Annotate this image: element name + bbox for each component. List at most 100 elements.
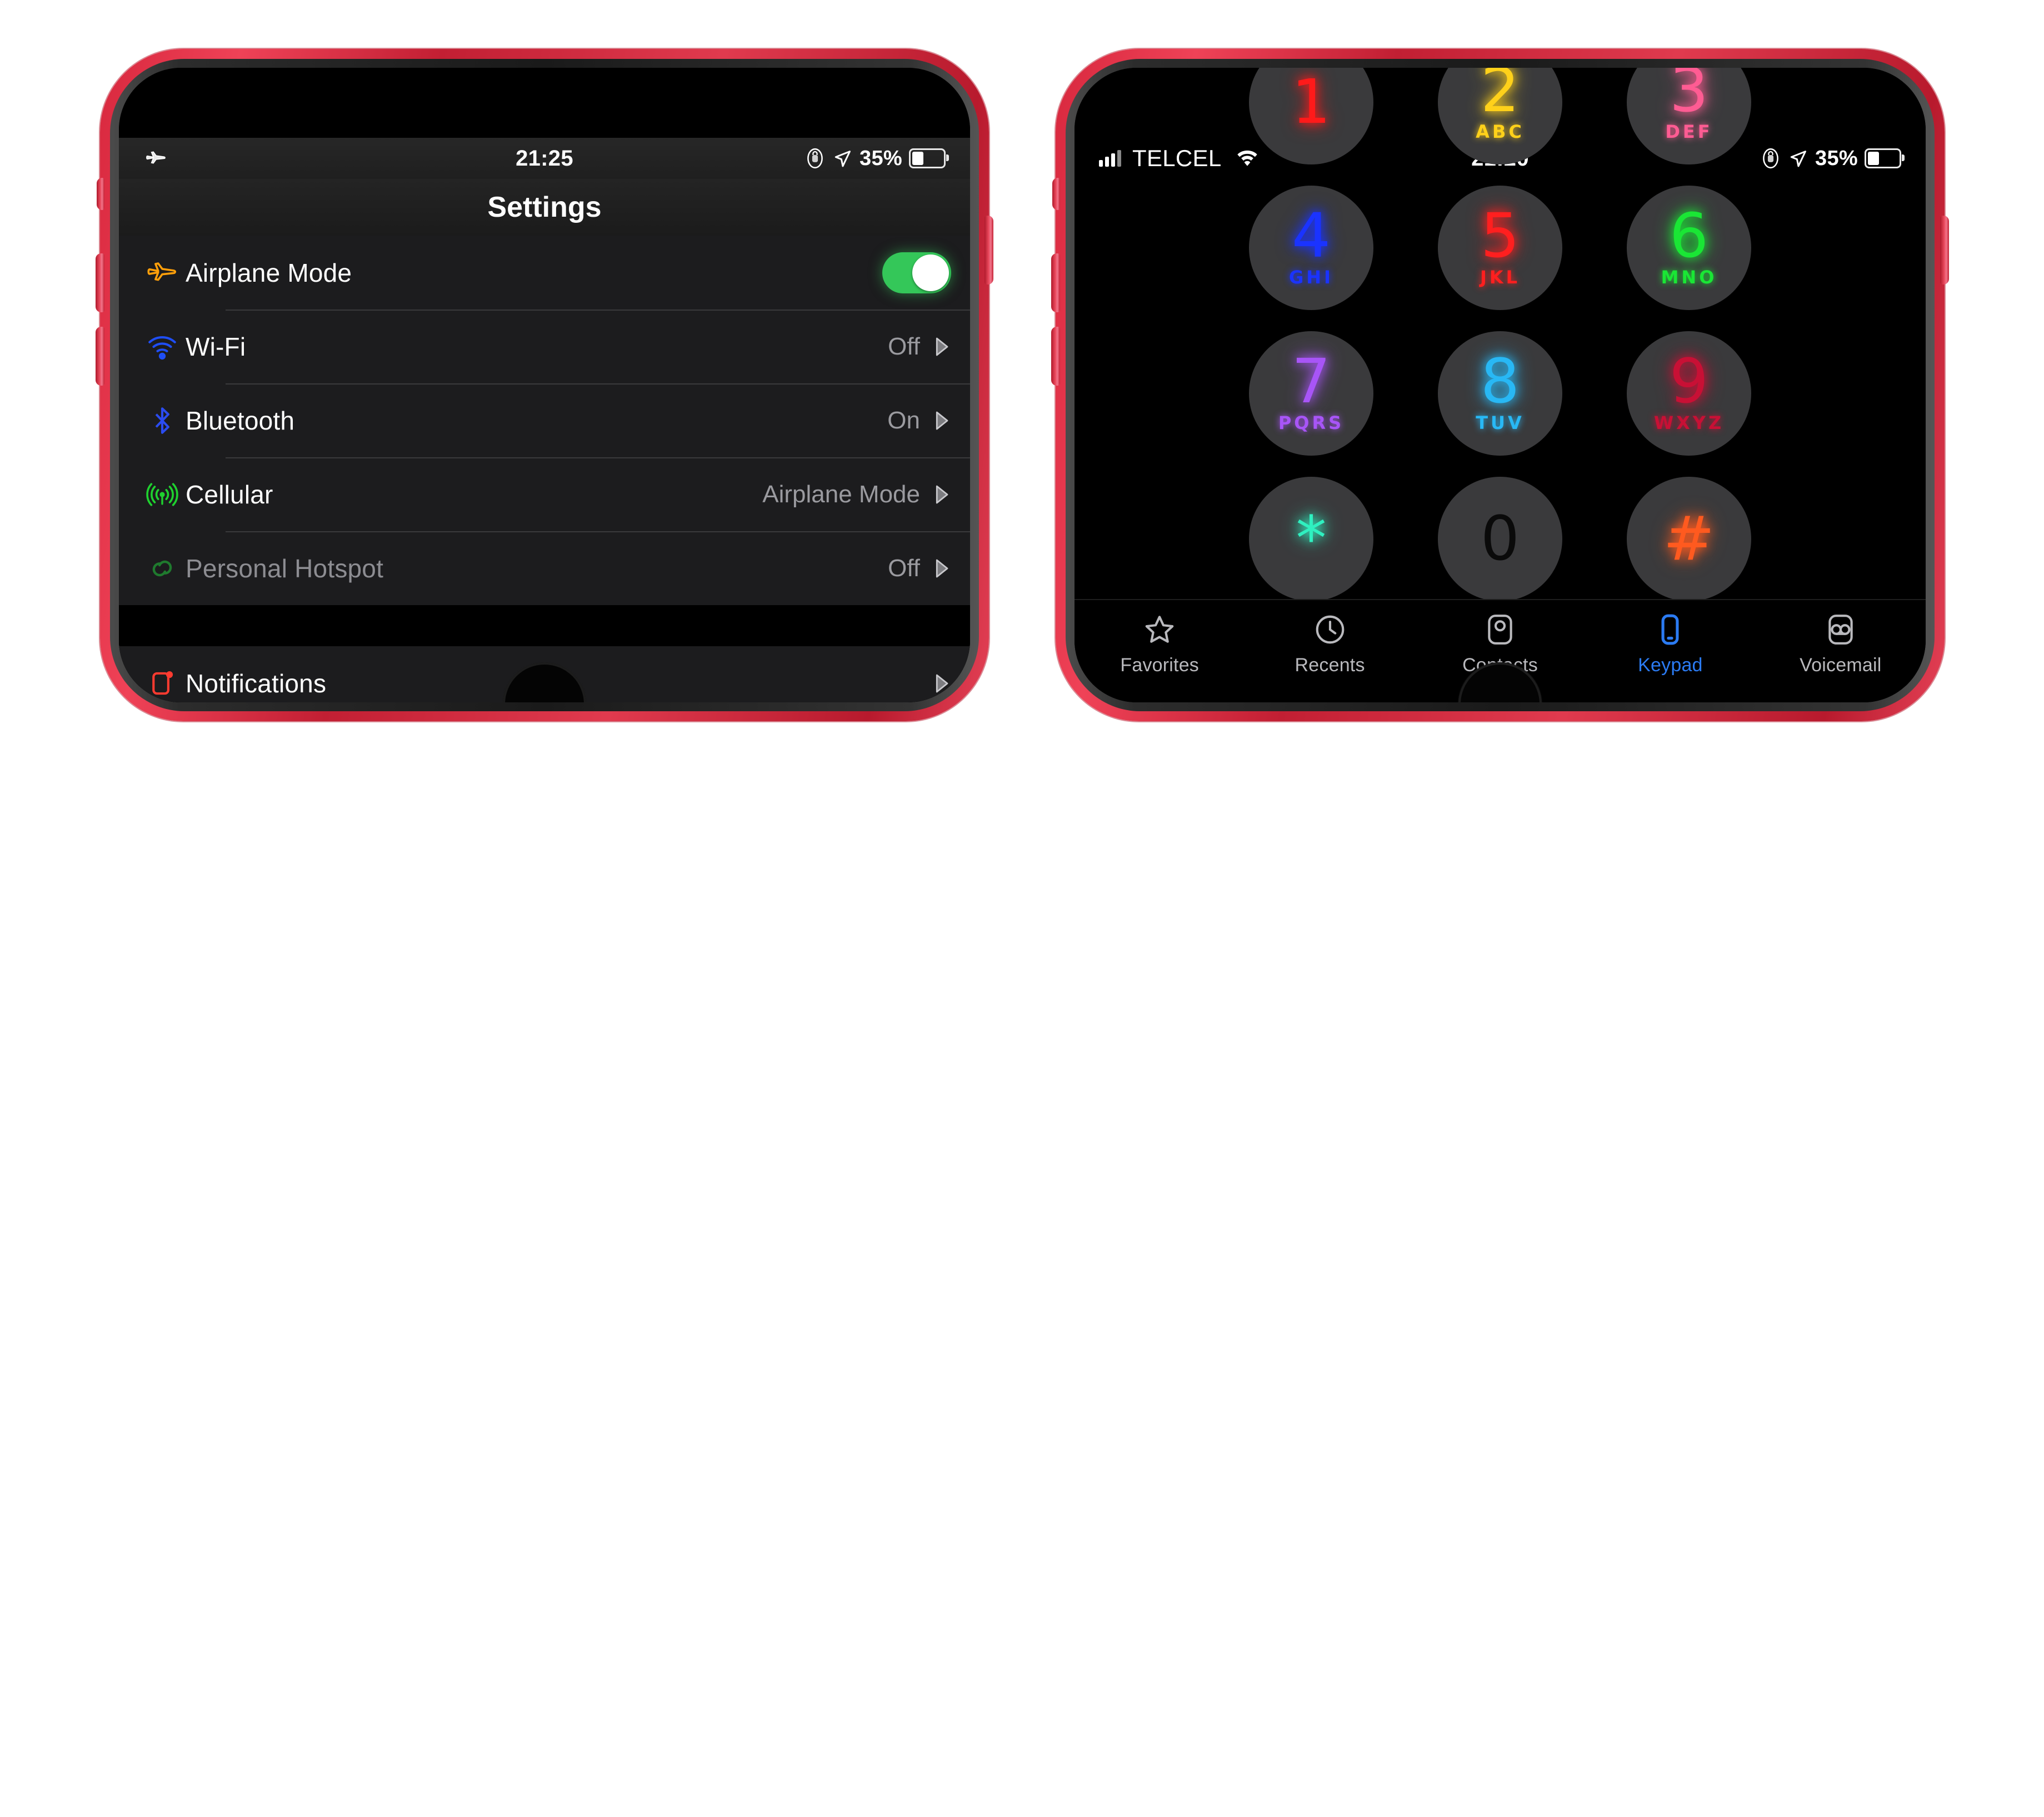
- keypad-digit: *: [1296, 503, 1327, 575]
- power-button[interactable]: [984, 216, 993, 284]
- keypad-key-2[interactable]: 2 ABC: [1438, 68, 1562, 164]
- row-label: Airplane Mode: [186, 258, 352, 287]
- rotation-lock-icon: [805, 147, 825, 169]
- location-arrow-icon: [1787, 147, 1808, 169]
- row-value: Off: [888, 332, 920, 360]
- volume-down-button[interactable]: [1051, 327, 1060, 386]
- keypad-key-9[interactable]: 9 WXYZ: [1627, 331, 1751, 456]
- keypad-letters: MNO: [1661, 266, 1717, 288]
- airplane-icon: [143, 147, 169, 169]
- tab-label: Keypad: [1638, 655, 1703, 676]
- page-title: Settings: [487, 191, 602, 223]
- settings-group-connectivity: Airplane Mode Wi-Fi Off Bluetooth On Cel…: [119, 236, 970, 605]
- voicemail-icon: [1823, 612, 1858, 647]
- notification-badge-icon: [139, 667, 186, 700]
- keypad-letters: WXYZ: [1653, 412, 1725, 433]
- keypad-digit: 9: [1670, 346, 1708, 417]
- keypad-letters: PQRS: [1278, 412, 1345, 433]
- person-icon: [1483, 612, 1517, 647]
- keypad-letters: TUV: [1476, 412, 1525, 433]
- cellular-icon: [139, 478, 186, 511]
- row-label: Wi-Fi: [186, 332, 246, 361]
- keypad-key-hash[interactable]: #: [1627, 477, 1751, 601]
- keypad-letters: DEF: [1665, 121, 1713, 142]
- row-value: Airplane Mode: [762, 480, 920, 508]
- mute-switch[interactable]: [1052, 178, 1060, 210]
- battery-icon: [1865, 148, 1905, 168]
- settings-list[interactable]: Airplane Mode Wi-Fi Off Bluetooth On Cel…: [119, 236, 970, 702]
- group-separator: [119, 605, 970, 646]
- tab-label: Favorites: [1120, 655, 1200, 676]
- keypad-grid[interactable]: 1 2 ABC 3 DEF 4 GHI 5 JKL 6 MNO 7 PQRS 8 TUV 9 WXYZ * 0 #: [1249, 68, 1751, 601]
- keypad-key-8[interactable]: 8 TUV: [1438, 331, 1562, 456]
- volume-down-button[interactable]: [96, 327, 104, 386]
- keypad-digit: 3: [1670, 68, 1708, 126]
- keypad-digit: 7: [1292, 346, 1331, 417]
- left-battery-percent: 35%: [859, 146, 902, 170]
- sidebar-item-wifi[interactable]: Wi-Fi Off: [119, 310, 970, 383]
- chevron-right-icon: [932, 672, 951, 695]
- phone-keypad-screen: TELCEL 21:20: [1075, 68, 1926, 702]
- right-phone-device: TELCEL 21:20: [1051, 49, 1949, 721]
- row-label: Personal Hotspot: [186, 553, 384, 583]
- tab-label: Recents: [1295, 655, 1365, 676]
- airplane-mode-toggle[interactable]: [882, 252, 951, 293]
- wifi-icon: [139, 331, 186, 363]
- tab-keypad[interactable]: Keypad: [1585, 612, 1755, 676]
- keypad-digit: 8: [1481, 346, 1520, 417]
- bluetooth-icon: [139, 405, 186, 437]
- keypad-key-4[interactable]: 4 GHI: [1249, 186, 1373, 310]
- tab-recents[interactable]: Recents: [1245, 612, 1415, 676]
- keypad-digit: 0: [1481, 503, 1520, 575]
- settings-screen: 21:25 35% Settings Airplane Mode Wi-Fi O…: [119, 68, 970, 702]
- keypad-letters: ABC: [1476, 121, 1525, 142]
- keypad-key-3[interactable]: 3 DEF: [1627, 68, 1751, 164]
- rotation-lock-icon: [1761, 147, 1781, 169]
- keypad-area: 1 2 ABC 3 DEF 4 GHI 5 JKL 6 MNO 7 PQRS 8 TUV 9 WXYZ * 0 #: [1075, 68, 1926, 689]
- clock-icon: [1313, 612, 1347, 647]
- keypad-digit: #: [1663, 503, 1715, 575]
- right-screen-bed: TELCEL 21:20: [1075, 68, 1926, 702]
- keypad-key-7[interactable]: 7 PQRS: [1249, 331, 1373, 456]
- keypad-digit: 5: [1481, 200, 1520, 272]
- volume-up-button[interactable]: [1051, 253, 1060, 312]
- sidebar-item-cellular[interactable]: Cellular Airplane Mode: [119, 457, 970, 531]
- row-label: Bluetooth: [186, 406, 295, 435]
- mute-switch[interactable]: [97, 178, 104, 210]
- keypad-letters: JKL: [1480, 266, 1521, 288]
- chevron-right-icon: [932, 483, 951, 506]
- sidebar-item-personal-hotspot[interactable]: Personal Hotspot Off: [119, 531, 970, 605]
- keypad-key-5[interactable]: 5 JKL: [1438, 186, 1562, 310]
- keypad-digit: 4: [1292, 200, 1331, 272]
- left-status-bar: 21:25 35%: [119, 138, 970, 179]
- battery-icon: [909, 148, 949, 168]
- power-button[interactable]: [1940, 216, 1949, 284]
- keypad-key-0[interactable]: 0: [1438, 477, 1562, 601]
- tab-voicemail[interactable]: Voicemail: [1756, 612, 1926, 676]
- tab-label: Voicemail: [1800, 655, 1882, 676]
- star-icon: [1142, 612, 1177, 647]
- left-screen-bed: 21:25 35% Settings Airplane Mode Wi-Fi O…: [119, 68, 970, 702]
- chevron-right-icon: [932, 410, 951, 432]
- location-arrow-icon: [832, 147, 853, 169]
- sidebar-item-bluetooth[interactable]: Bluetooth On: [119, 383, 970, 457]
- volume-up-button[interactable]: [96, 253, 104, 312]
- keypad-key-6[interactable]: 6 MNO: [1627, 186, 1751, 310]
- chevron-right-icon: [932, 336, 951, 358]
- chevron-right-icon: [932, 557, 951, 580]
- keypad-key-star[interactable]: *: [1249, 477, 1373, 601]
- keypad-letters: GHI: [1289, 266, 1333, 288]
- keypad-digit: 6: [1670, 200, 1708, 272]
- settings-navbar: Settings: [119, 179, 970, 237]
- keypad-digit: 2: [1481, 68, 1520, 126]
- sidebar-item-airplane-mode[interactable]: Airplane Mode: [119, 236, 970, 310]
- row-value: On: [887, 406, 920, 434]
- left-phone-device: 21:25 35% Settings Airplane Mode Wi-Fi O…: [96, 49, 993, 721]
- keypad-icon: [1653, 612, 1687, 647]
- hotspot-icon: [139, 552, 186, 585]
- keypad-key-1[interactable]: 1: [1249, 68, 1373, 164]
- row-value: Off: [888, 554, 920, 582]
- right-battery-percent: 35%: [1815, 146, 1858, 170]
- tab-favorites[interactable]: Favorites: [1075, 612, 1245, 676]
- keypad-digit: 1: [1292, 68, 1331, 138]
